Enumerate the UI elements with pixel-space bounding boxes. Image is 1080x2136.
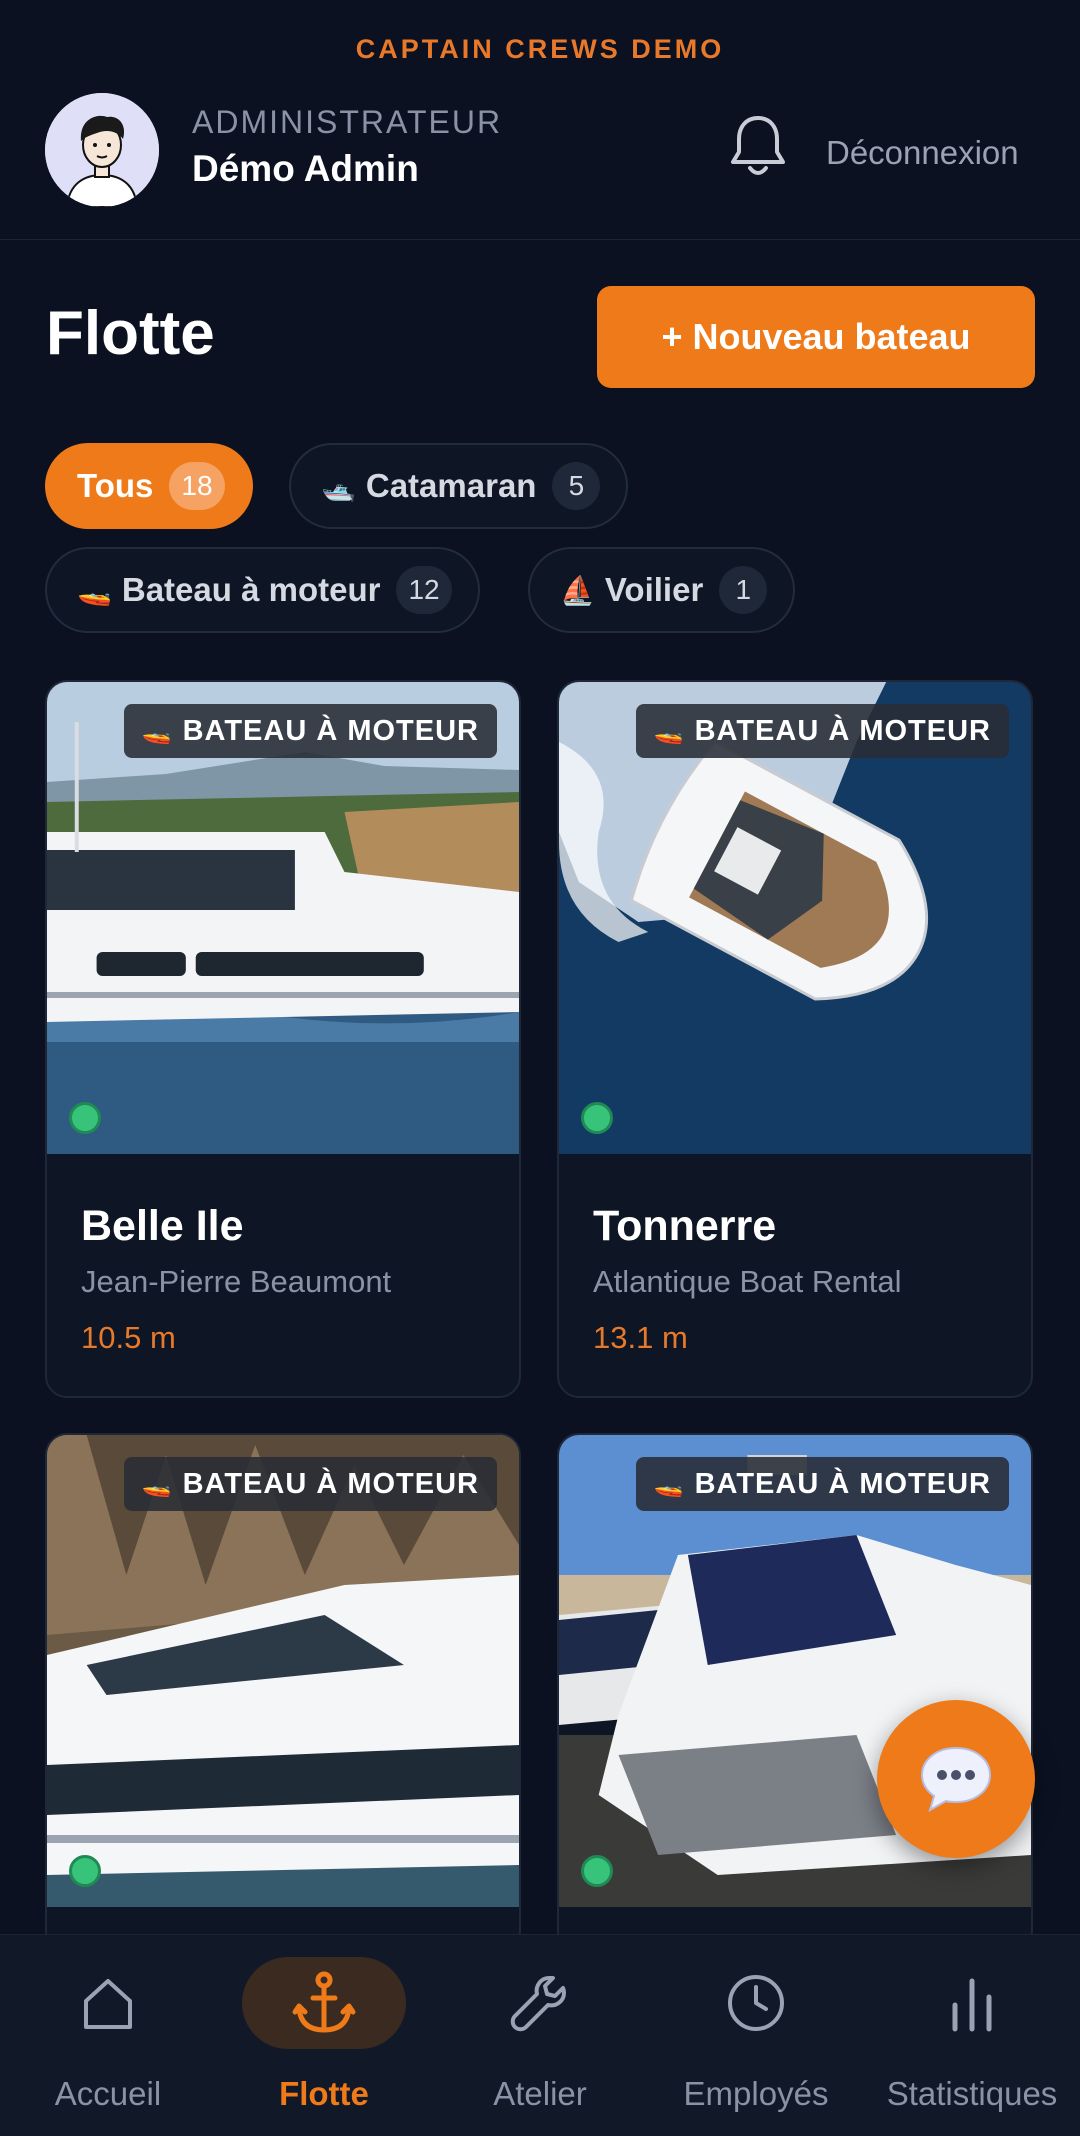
boat-type-badge: 🚤 BATEAU À MOTEUR <box>123 704 497 758</box>
nav-icon-container <box>674 1957 838 2049</box>
nav-icon-container <box>242 1957 406 2049</box>
user-header: ADMINISTRATEUR Démo Admin Déconnexion <box>0 90 1080 240</box>
status-indicator <box>581 1102 613 1134</box>
filter-chip-label: Bateau à moteur <box>121 571 381 608</box>
motorboat-icon: 🚤 <box>77 574 112 606</box>
boat-type-badge: 🚤 BATEAU À MOTEUR <box>635 704 1009 758</box>
sailboat-icon: ⛵ <box>560 574 595 606</box>
boat-type-badge: 🚤 BATEAU À MOTEUR <box>123 1457 497 1511</box>
boat-type-label: BATEAU À MOTEUR <box>694 714 991 747</box>
logout-link[interactable]: Déconnexion <box>826 134 1019 172</box>
nav-item-fleet[interactable]: Flotte <box>216 1935 432 2136</box>
filter-chip-count: 18 <box>169 462 225 510</box>
filter-chip-catamaran[interactable]: 🛥️ Catamaran 5 <box>289 443 629 529</box>
catamaran-icon: 🛥️ <box>321 470 356 502</box>
page-title: Flotte <box>46 299 215 368</box>
status-indicator <box>69 1102 101 1134</box>
boat-owner: Atlantique Boat Rental <box>593 1264 902 1299</box>
boat-owner: Jean-Pierre Beaumont <box>81 1264 392 1299</box>
boat-photo: 🚤 BATEAU À MOTEUR <box>47 1435 519 1907</box>
bell-icon <box>731 116 785 175</box>
filter-chip-all[interactable]: Tous 18 <box>45 443 253 529</box>
nav-label: Employés <box>683 2075 829 2112</box>
wrench-icon <box>510 1976 566 2032</box>
boat-type-label: BATEAU À MOTEUR <box>694 1467 991 1500</box>
nav-label: Flotte <box>279 2075 369 2112</box>
nav-icon-container <box>890 1957 1054 2049</box>
app-brand-title: CAPTAIN CREWS DEMO <box>355 34 725 64</box>
nav-item-statistics[interactable]: Statistiques <box>864 1935 1080 2136</box>
nav-label: Atelier <box>493 2075 587 2112</box>
clock-icon <box>728 1975 784 2031</box>
nav-icon-container <box>26 1957 190 2049</box>
motorboat-icon: 🚤 <box>141 717 173 745</box>
boat-card[interactable]: 🚤 BATEAU À MOTEUR <box>45 1433 521 1953</box>
nav-icon-container <box>458 1957 622 2049</box>
motorboat-icon: 🚤 <box>653 1470 685 1498</box>
notifications-button[interactable] <box>727 112 789 182</box>
filter-chip-label: Tous <box>77 467 154 504</box>
user-role: ADMINISTRATEUR <box>192 104 503 140</box>
nav-item-employees[interactable]: Employés <box>648 1935 864 2136</box>
chat-button[interactable] <box>877 1700 1035 1858</box>
filter-chip-motorboat[interactable]: 🚤 Bateau à moteur 12 <box>45 547 480 633</box>
boat-name: Tonnerre <box>593 1202 777 1250</box>
boat-type-badge: 🚤 BATEAU À MOTEUR <box>635 1457 1009 1511</box>
filter-chip-label: Catamaran <box>365 467 537 504</box>
status-indicator <box>69 1855 101 1887</box>
filter-chip-label: Voilier <box>604 571 704 608</box>
chat-bubble-icon <box>920 1746 992 1813</box>
bar-chart-icon <box>952 1978 992 2032</box>
bottom-navigation: Accueil Flotte Atelier Employés Statisti… <box>0 1934 1080 2136</box>
status-indicator <box>581 1855 613 1887</box>
nav-label: Accueil <box>54 2075 162 2112</box>
boat-photo: 🚤 BATEAU À MOTEUR <box>47 682 519 1154</box>
boat-card[interactable]: 🚤 BATEAU À MOTEUR Tonnerre Atlantique Bo… <box>557 680 1033 1398</box>
nav-label: Statistiques <box>886 2075 1058 2112</box>
home-icon <box>84 1979 132 2029</box>
motorboat-icon: 🚤 <box>141 1470 173 1498</box>
anchor-icon <box>292 1971 356 2033</box>
new-boat-button[interactable]: + Nouveau bateau <box>597 286 1035 388</box>
filter-chip-count: 12 <box>396 566 452 614</box>
boat-type-label: BATEAU À MOTEUR <box>182 714 479 747</box>
user-name: Démo Admin <box>192 148 419 189</box>
motorboat-icon: 🚤 <box>653 717 685 745</box>
avatar[interactable] <box>45 93 159 207</box>
boat-length: 13.1 m <box>593 1320 688 1355</box>
user-avatar-icon <box>45 93 159 207</box>
boat-length: 10.5 m <box>81 1320 176 1355</box>
boat-card[interactable]: 🚤 BATEAU À MOTEUR Belle Ile Jean-Pierre … <box>45 680 521 1398</box>
nav-item-workshop[interactable]: Atelier <box>432 1935 648 2136</box>
boat-photo: 🚤 BATEAU À MOTEUR <box>559 682 1031 1154</box>
filter-chip-count: 5 <box>552 462 601 510</box>
filter-chip-sailboat[interactable]: ⛵ Voilier 1 <box>528 547 796 633</box>
boat-name: Belle Ile <box>81 1202 244 1250</box>
filter-chip-count: 1 <box>719 566 768 614</box>
boat-type-label: BATEAU À MOTEUR <box>182 1467 479 1500</box>
boat-card[interactable]: 🚤 BATEAU À MOTEUR <box>557 1433 1033 1953</box>
nav-item-home[interactable]: Accueil <box>0 1935 216 2136</box>
